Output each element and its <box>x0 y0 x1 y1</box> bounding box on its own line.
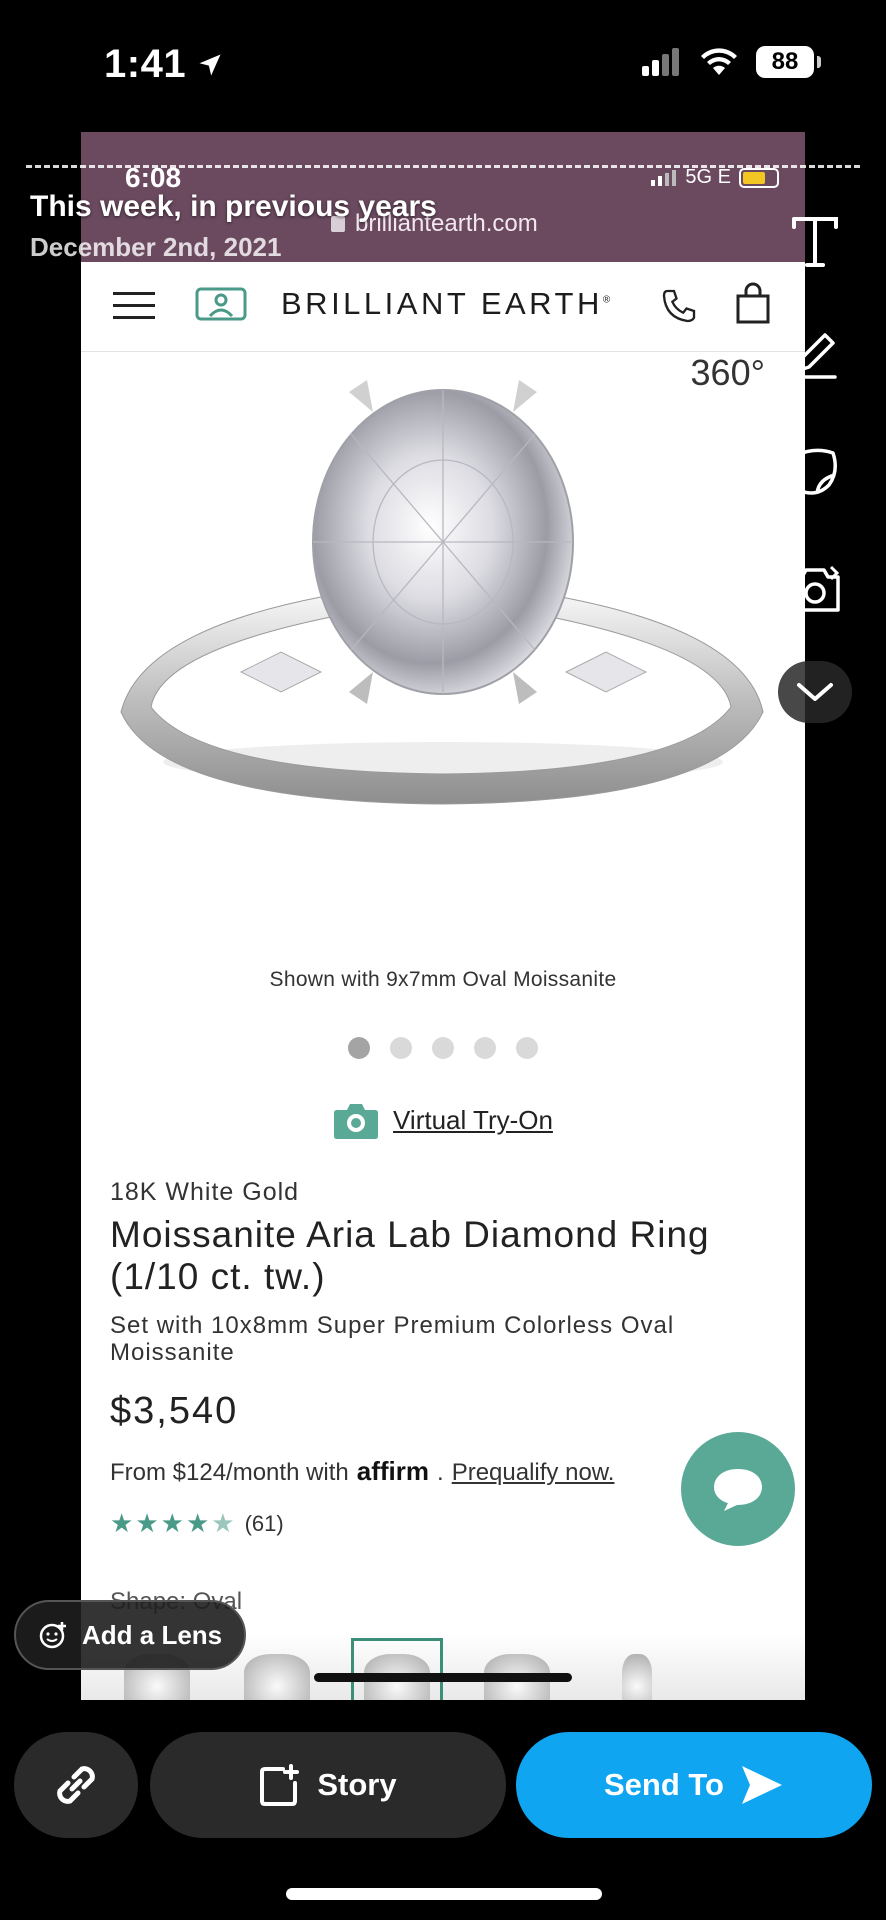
add-lens-button[interactable]: Add a Lens <box>14 1600 246 1670</box>
site-header: BRILLIANT EARTH® <box>81 262 805 352</box>
ring-image <box>120 380 764 805</box>
image-carousel-dots[interactable] <box>81 1037 805 1059</box>
more-tools-button[interactable] <box>778 661 852 723</box>
battery-icon: 88 <box>756 46 821 78</box>
carousel-dot[interactable] <box>432 1037 454 1059</box>
star-icon: ★ <box>110 1508 134 1538</box>
link-icon <box>57 1766 95 1804</box>
status-time: 1:41 <box>104 42 187 86</box>
add-lens-label: Add a Lens <box>82 1619 223 1650</box>
shape-option-emerald[interactable] <box>591 1638 683 1700</box>
star-icon: ★ <box>185 1508 210 1538</box>
product-image[interactable]: 360° <box>81 352 805 842</box>
send-arrow-icon <box>741 1766 782 1804</box>
snapshot-network: 5G E <box>685 166 731 188</box>
home-indicator <box>286 1888 602 1900</box>
carousel-dot[interactable] <box>348 1037 370 1059</box>
snapshot-signal-icon <box>651 169 677 186</box>
view-360-button[interactable]: 360° <box>691 352 765 394</box>
chat-bubble-icon <box>714 1469 762 1511</box>
chevron-down-icon <box>797 683 833 701</box>
memory-divider <box>26 165 860 168</box>
status-icons: 88 <box>642 46 821 78</box>
send-to-label: Send To <box>604 1767 724 1802</box>
carousel-dot[interactable] <box>516 1037 538 1059</box>
send-to-button[interactable]: Send To <box>516 1732 872 1838</box>
product-price: $3,540 <box>110 1390 239 1432</box>
product-title: Moissanite Aria Lab Diamond Ring (1/10 c… <box>110 1214 710 1297</box>
location-arrow-icon <box>199 54 221 75</box>
sticker-icon <box>793 448 837 495</box>
prequalify-link[interactable]: Prequalify now. <box>452 1459 615 1487</box>
rating-count: (61) <box>244 1510 284 1536</box>
share-link-button[interactable] <box>14 1732 138 1838</box>
camera-tool[interactable] <box>775 563 855 615</box>
memory-header: This week, in previous years December 2n… <box>30 190 437 265</box>
shopping-bag-icon[interactable] <box>733 282 773 326</box>
draw-tool[interactable] <box>775 327 855 379</box>
financing-text: From $124/month with <box>110 1459 349 1486</box>
story-button[interactable]: Story <box>150 1732 506 1838</box>
carousel-dot[interactable] <box>390 1037 412 1059</box>
product-subtitle: Set with 10x8mm Super Premium Colorless … <box>110 1312 675 1366</box>
status-time-group: 1:41 <box>104 42 224 87</box>
wifi-icon <box>701 48 737 75</box>
carousel-dot[interactable] <box>474 1037 496 1059</box>
memory-date: December 2nd, 2021 <box>30 232 282 262</box>
virtual-try-on-label: Virtual Try-On <box>393 1104 553 1135</box>
add-story-icon <box>260 1764 300 1806</box>
image-caption: Shown with 9x7mm Oval Moissanite <box>269 968 617 991</box>
phone-icon[interactable] <box>659 286 699 326</box>
text-tool[interactable] <box>775 215 855 269</box>
half-star-icon: ★ <box>211 1508 235 1538</box>
memory-snapshot: 6:08 5G E brilliantearth.com BRILLIANT E… <box>81 132 805 1700</box>
camera-icon <box>334 1104 379 1139</box>
menu-icon[interactable] <box>113 292 155 319</box>
sticker-tool[interactable] <box>775 445 855 497</box>
star-icon: ★ <box>160 1508 184 1538</box>
text-tool-icon <box>792 217 838 267</box>
affirm-logo: affirm <box>356 1456 430 1486</box>
cellular-signal-icon <box>642 48 679 76</box>
lens-smiley-icon <box>39 1622 66 1649</box>
financing-info: From $124/month with affirm. Prequalify … <box>110 1456 615 1487</box>
device-status-bar: 1:41 88 <box>0 0 886 130</box>
virtual-consult-icon[interactable] <box>195 286 247 324</box>
shape-option-cushion[interactable] <box>231 1638 323 1700</box>
shape-option-oval[interactable] <box>351 1638 443 1700</box>
snapshot-home-indicator <box>314 1673 572 1682</box>
story-label: Story <box>317 1767 397 1802</box>
chat-button[interactable] <box>681 1432 795 1546</box>
product-rating[interactable]: ★ ★ ★ ★ ★ (61) <box>110 1508 284 1539</box>
brand-name: BRILLIANT EARTH <box>281 286 603 321</box>
memory-title: This week, in previous years <box>30 190 437 223</box>
snapshot-status-icons: 5G E <box>651 166 779 189</box>
brand-logo[interactable]: BRILLIANT EARTH® <box>281 286 610 322</box>
snapshot-battery-icon <box>739 167 779 188</box>
shape-option-princess[interactable] <box>471 1638 563 1700</box>
virtual-try-on-link[interactable]: Virtual Try-On <box>81 1100 805 1140</box>
product-metal: 18K White Gold <box>110 1178 300 1206</box>
star-icon: ★ <box>135 1508 159 1538</box>
pencil-icon <box>793 333 837 379</box>
camera-swap-icon <box>790 565 840 612</box>
